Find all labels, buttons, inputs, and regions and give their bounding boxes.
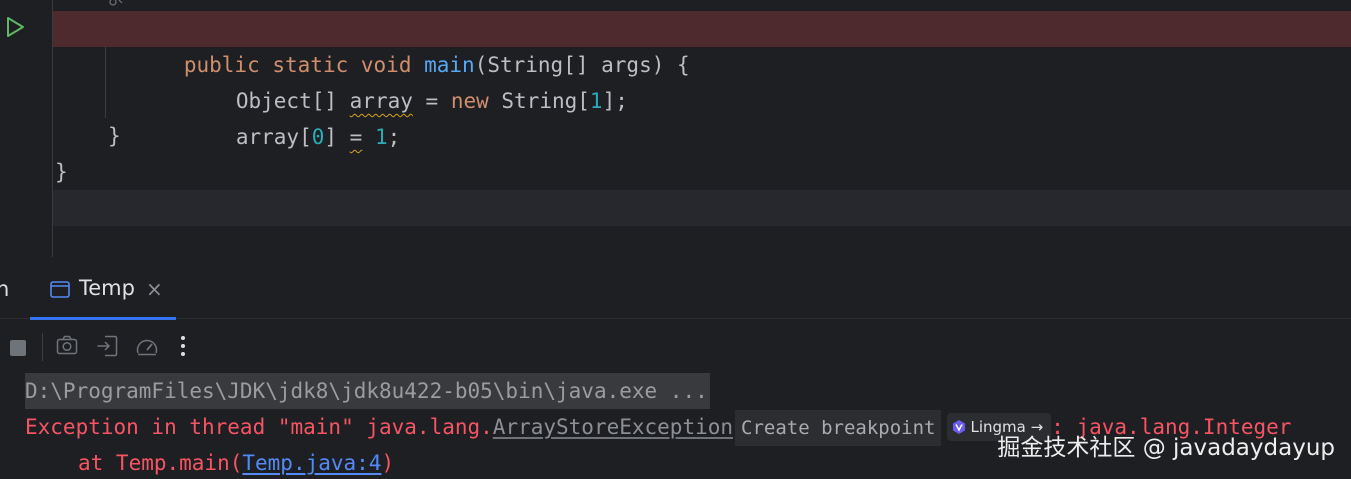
- close-icon[interactable]: ×: [146, 277, 163, 301]
- annotation-icon: [109, 0, 123, 6]
- code-line-declaration[interactable]: Object[] array = new String[1];: [0, 47, 1351, 113]
- brace-close-class: }: [55, 160, 68, 184]
- source-link[interactable]: Temp.java:4: [242, 451, 381, 475]
- brace-close-method: }: [108, 124, 121, 148]
- run-toolbar: [0, 319, 1351, 371]
- tab-partial[interactable]: n: [0, 277, 9, 301]
- run-tab-bar: n Temp ×: [0, 257, 1351, 320]
- toolbar-separator: [42, 333, 43, 361]
- exception-prefix: Exception in thread "main" java.lang.: [25, 415, 493, 439]
- code-line-assignment[interactable]: array[0] = 1;: [0, 83, 1351, 149]
- console-icon: [50, 281, 70, 298]
- exit-icon[interactable]: [96, 335, 118, 357]
- tab-label: Temp: [79, 276, 135, 300]
- stacktrace-line[interactable]: at Temp.main(Temp.java:4): [78, 445, 394, 479]
- stacktrace-suffix: ): [381, 451, 395, 475]
- tab-temp[interactable]: Temp ×: [30, 257, 176, 320]
- camera-icon[interactable]: [56, 335, 78, 355]
- console-gutter: [0, 371, 24, 479]
- stop-icon[interactable]: [9, 339, 27, 357]
- run-gutter-icon[interactable]: [4, 16, 26, 38]
- create-breakpoint-button[interactable]: Create breakpoint: [735, 410, 942, 446]
- code-line-current[interactable]: [53, 190, 1351, 226]
- code-line-close-class[interactable]: }: [0, 154, 1351, 190]
- stacktrace-prefix: at Temp.main(: [78, 451, 243, 475]
- exception-class-link[interactable]: ArrayStoreException: [493, 415, 733, 439]
- code-line-signature[interactable]: public static void main(String[] args) {: [53, 11, 1351, 77]
- lingma-icon: [953, 420, 966, 434]
- more-vertical-icon[interactable]: [180, 335, 186, 357]
- gauge-icon[interactable]: [135, 335, 159, 357]
- code-editor[interactable]: public static void main(String[] args) {…: [0, 0, 1351, 257]
- code-line-close-method[interactable]: }: [0, 118, 1351, 154]
- watermark: 掘金技术社区 @ javadaydayup: [997, 435, 1335, 461]
- command-line[interactable]: D:\ProgramFiles\JDK\jdk8\jdk8u422-b05\bi…: [25, 373, 710, 409]
- console-output[interactable]: D:\ProgramFiles\JDK\jdk8\jdk8u422-b05\bi…: [0, 371, 1351, 479]
